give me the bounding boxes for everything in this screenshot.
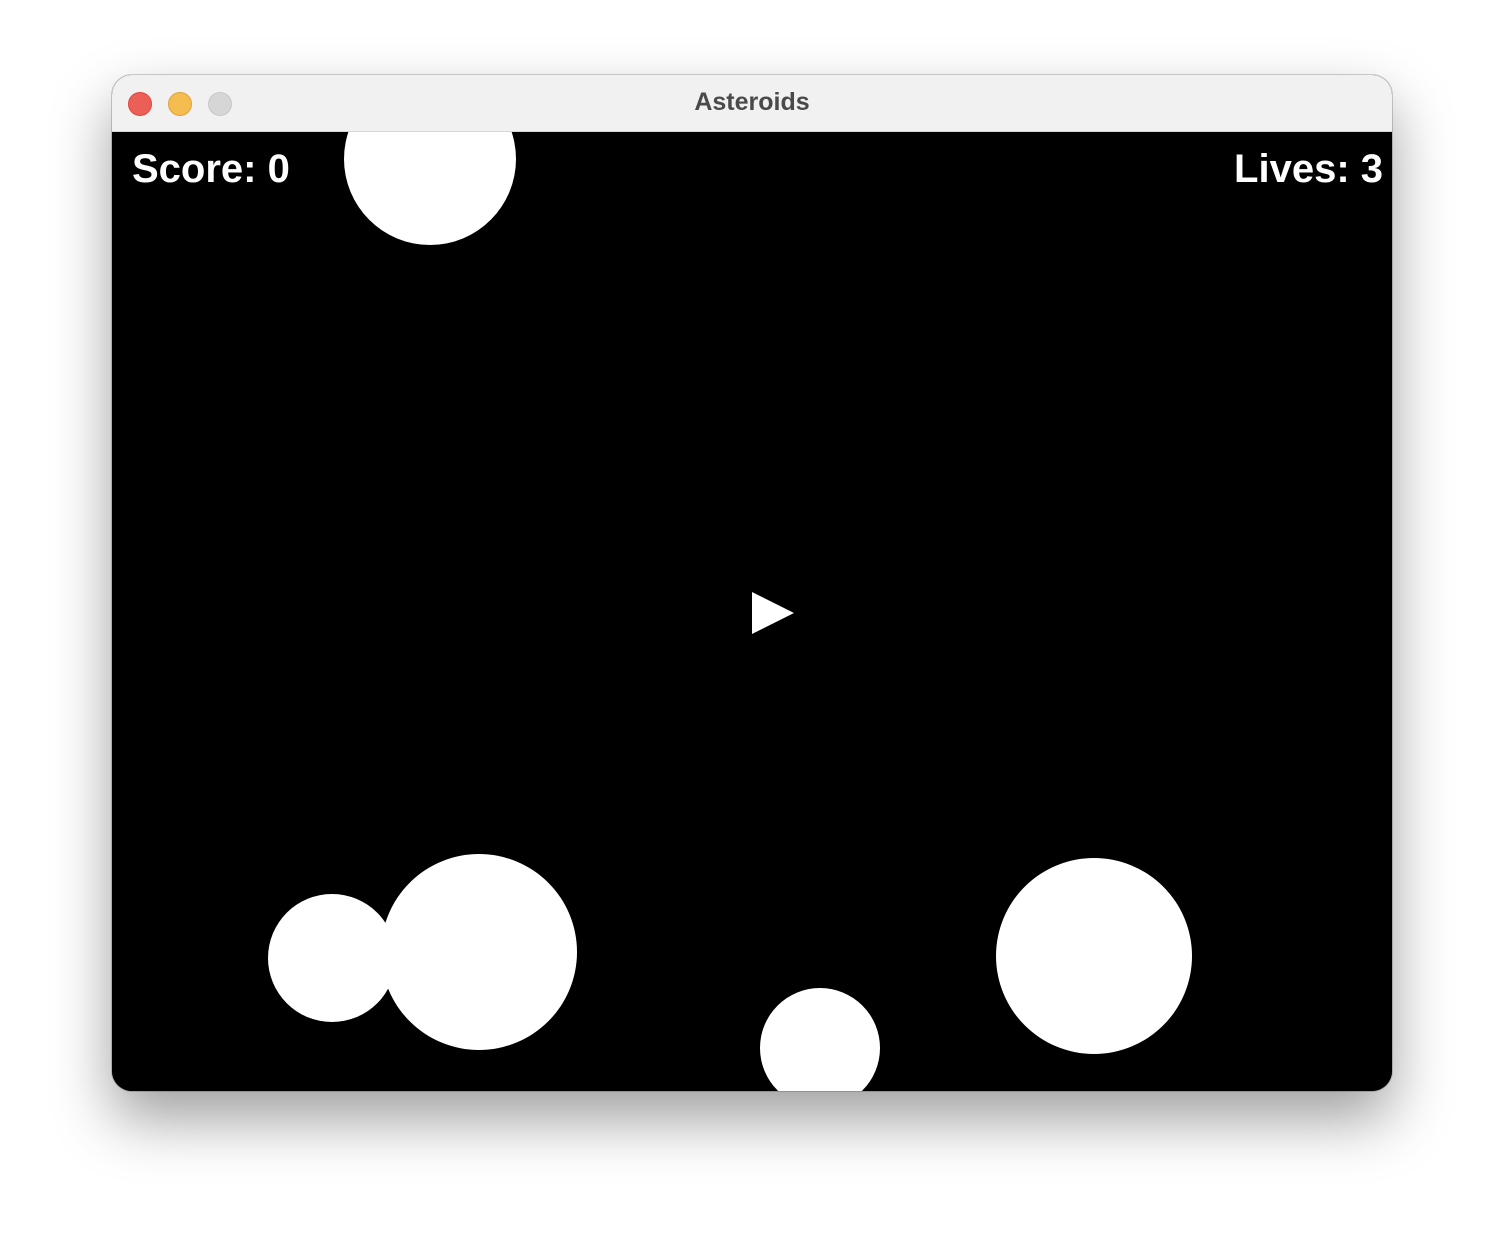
asteroid [760, 988, 880, 1091]
asteroid [381, 854, 577, 1050]
asteroid [344, 132, 516, 245]
score-label: Score: 0 [132, 147, 290, 191]
ship-icon [752, 592, 794, 634]
asteroid [996, 858, 1192, 1054]
title-bar: Asteroids [112, 75, 1392, 132]
game-window: Asteroids Score: 0 Lives: 3 [112, 75, 1392, 1091]
lives-label: Lives: 3 [1234, 147, 1383, 191]
playfield [268, 132, 1192, 1091]
window-title: Asteroids [694, 88, 810, 116]
game-canvas[interactable]: Score: 0 Lives: 3 [112, 132, 1392, 1091]
asteroid [268, 894, 396, 1022]
